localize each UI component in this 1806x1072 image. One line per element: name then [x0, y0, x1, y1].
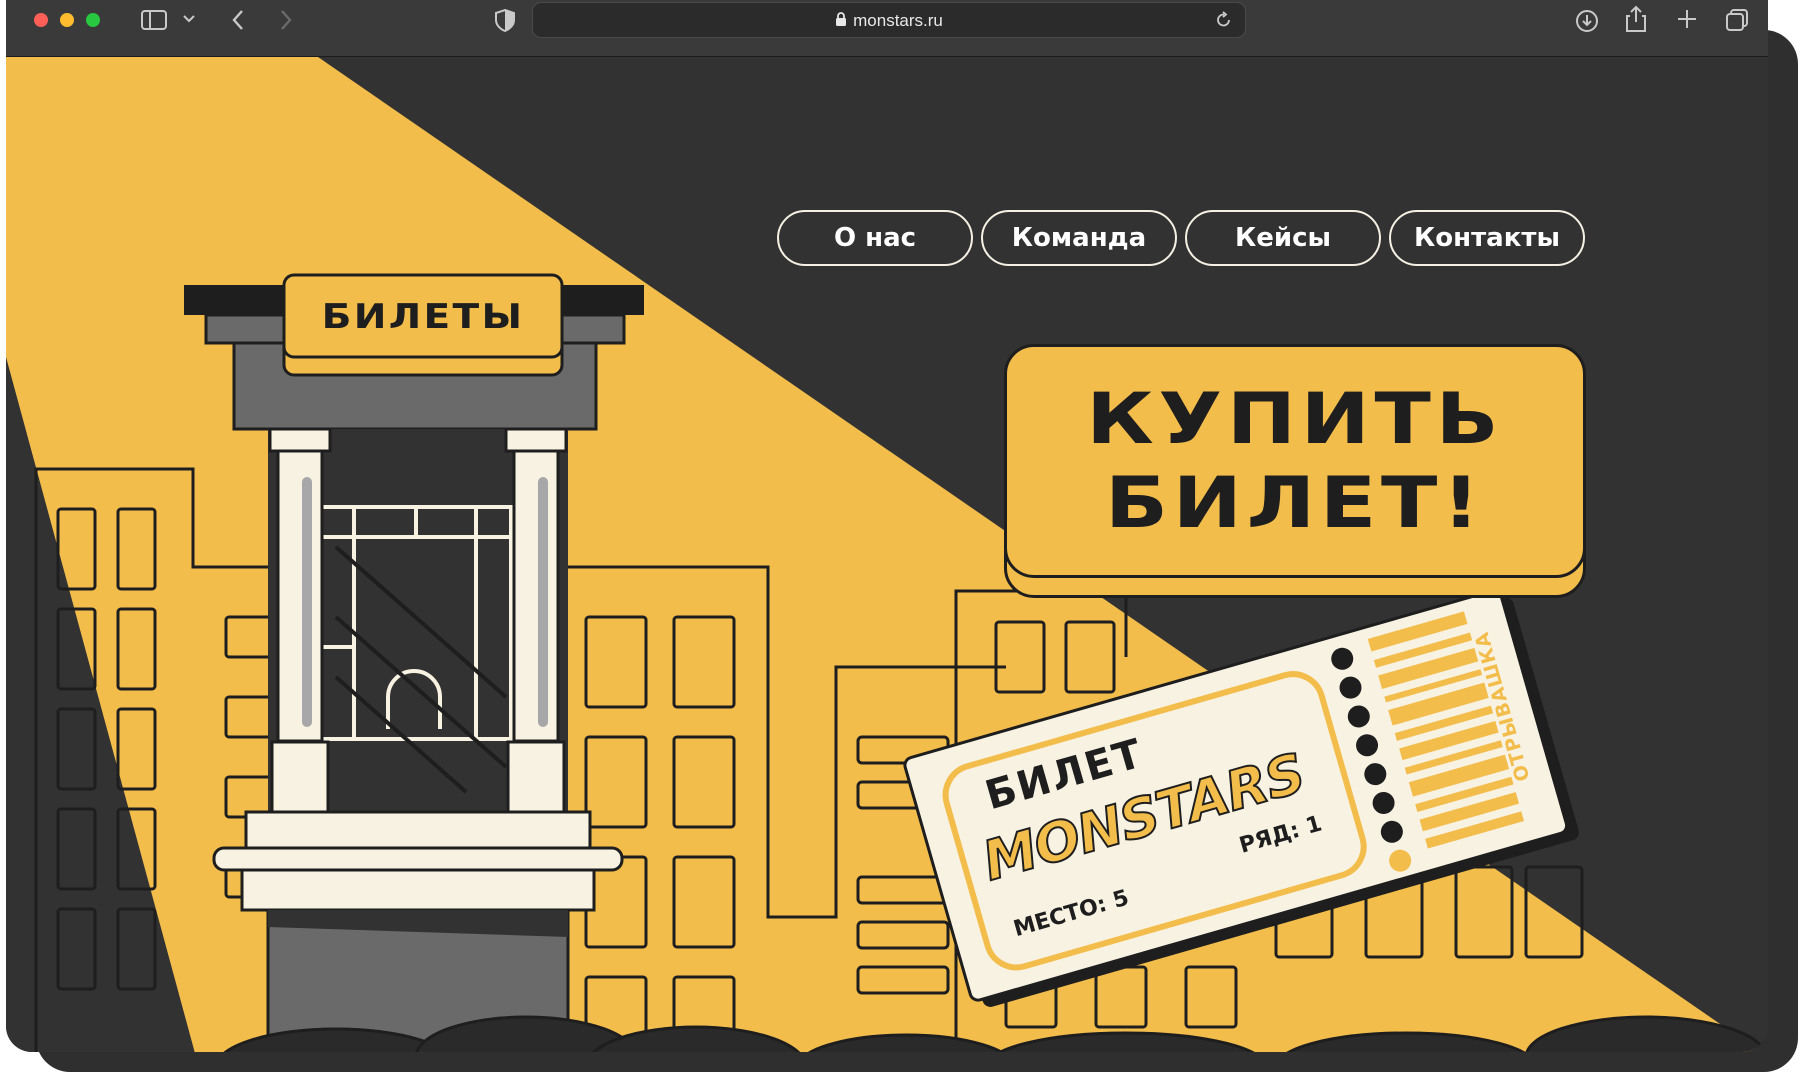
browser-window: monstars.ru О нас Команда Кейсы Контакты… [6, 0, 1768, 1052]
browser-toolbar: monstars.ru [6, 0, 1768, 57]
buy-ticket-button[interactable]: КУПИТЬ БИЛЕТ! [1004, 344, 1586, 598]
sidebar-icon[interactable] [140, 8, 168, 32]
downloads-icon[interactable] [1574, 8, 1600, 34]
booth-sign-label: БИЛЕТЫ [321, 297, 525, 337]
reload-icon[interactable] [1215, 11, 1233, 29]
nav-contacts[interactable]: Контакты [1389, 210, 1585, 266]
new-tab-icon[interactable] [1676, 8, 1698, 30]
share-icon[interactable] [1624, 5, 1648, 33]
nav-cases[interactable]: Кейсы [1185, 210, 1381, 266]
cta-face: КУПИТЬ БИЛЕТ! [1004, 344, 1586, 578]
address-bar[interactable]: monstars.ru [532, 2, 1246, 38]
hero-scene: О нас Команда Кейсы Контакты БИЛЕТЫ КУПИ… [6, 57, 1768, 1052]
url-text: monstars.ru [853, 11, 943, 30]
forward-arrow-icon[interactable] [278, 8, 294, 32]
back-arrow-icon[interactable] [230, 8, 246, 32]
privacy-shield-icon[interactable] [494, 8, 516, 32]
close-window-button[interactable] [34, 13, 48, 27]
zoom-window-button[interactable] [86, 13, 100, 27]
cta-line-2: БИЛЕТ! [1105, 462, 1485, 544]
chevron-down-icon[interactable] [182, 13, 196, 25]
tab-overview-icon[interactable] [1724, 7, 1750, 33]
cta-line-1: КУПИТЬ [1086, 378, 1504, 460]
nav-about[interactable]: О нас [777, 210, 973, 266]
minimize-window-button[interactable] [60, 13, 74, 27]
lock-icon [836, 12, 847, 26]
nav-team[interactable]: Команда [981, 210, 1177, 266]
